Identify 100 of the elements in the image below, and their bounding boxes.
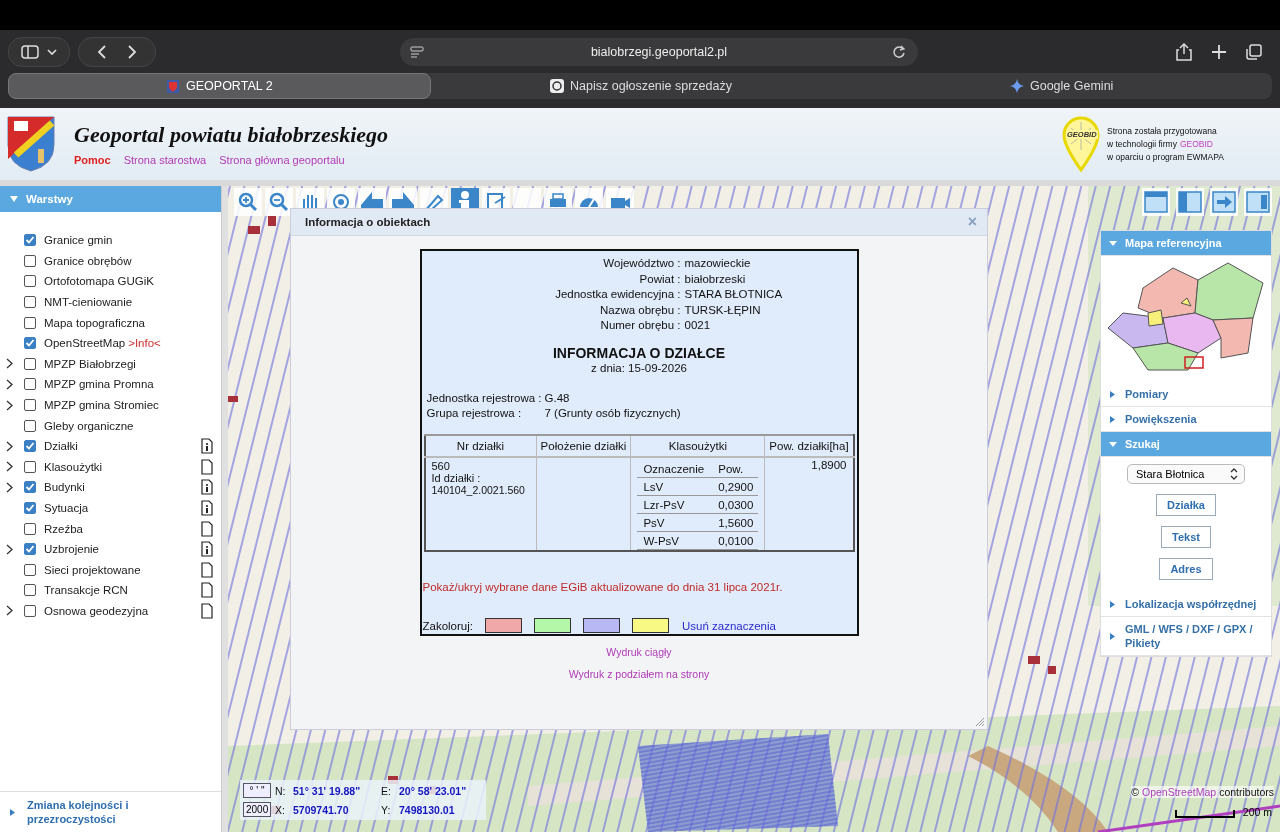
layer-checkbox[interactable] <box>24 440 36 453</box>
layer-label[interactable]: Sytuacja <box>44 502 89 514</box>
sidebar-toggle-button[interactable] <box>8 37 70 67</box>
column-header: Pow. działki[ha] <box>764 435 854 458</box>
browser-tab[interactable]: GEOPORTAL 2 <box>8 73 431 99</box>
chevron-right-icon[interactable] <box>5 399 13 411</box>
layer-checkbox[interactable] <box>24 605 36 617</box>
chevron-right-icon[interactable] <box>5 358 13 370</box>
chevron-right-icon[interactable] <box>5 605 13 617</box>
layout-button[interactable] <box>1244 188 1272 216</box>
osm-link[interactable]: OpenStreetMap <box>1142 786 1217 798</box>
color-swatch[interactable] <box>534 618 571 634</box>
document-icon[interactable] <box>201 561 213 578</box>
layer-checkbox[interactable] <box>24 357 36 370</box>
layer-checkbox[interactable] <box>24 337 36 350</box>
layer-label[interactable]: Rzeźba <box>44 522 83 535</box>
layout-button[interactable] <box>1210 188 1238 216</box>
header-link[interactable]: Strona starostwa <box>123 154 207 166</box>
chevron-right-icon[interactable] <box>5 461 13 473</box>
color-swatch[interactable] <box>485 618 522 634</box>
browser-tab[interactable]: Napisz ogłoszenie sprzedaży <box>430 73 852 99</box>
layer-label[interactable]: NMT-cieniowanie <box>44 296 133 309</box>
tabs-icon[interactable] <box>1246 44 1262 60</box>
caret-icon <box>1109 415 1117 423</box>
info-document-icon[interactable] <box>201 500 213 516</box>
toggle-link[interactable]: Pokaż/ukryj wybrane dane EGiB aktualizowane do dnia 31 lipca 2021r. <box>422 581 857 594</box>
layer-checkbox[interactable] <box>24 316 36 329</box>
search-button[interactable]: Tekst <box>1161 526 1211 548</box>
layer-label[interactable]: Granice gmin <box>44 234 113 247</box>
info-document-icon[interactable] <box>201 541 213 558</box>
plus-icon[interactable] <box>1212 45 1226 59</box>
search-button[interactable]: Adres <box>1159 558 1213 580</box>
layer-label[interactable]: Działki <box>44 440 78 453</box>
layer-checkbox[interactable] <box>24 419 36 432</box>
layout-button[interactable] <box>1142 188 1170 216</box>
panel-section-header[interactable]: Lokalizacja współrzędnej <box>1101 592 1271 617</box>
tool-button[interactable] <box>234 188 262 216</box>
format-button[interactable]: ° ' " <box>243 783 271 798</box>
municipality-select[interactable]: Stara Błotnica <box>1127 464 1245 484</box>
layer-checkbox[interactable] <box>24 502 36 514</box>
print-link[interactable]: Wydruk ciągły <box>606 646 672 659</box>
panel-section-header[interactable]: Pomiary <box>1101 382 1271 407</box>
layer-label[interactable]: Gleby organiczne <box>44 419 134 432</box>
document-icon[interactable] <box>201 603 213 619</box>
coord-value: 20° 58' 23.01" <box>399 784 468 797</box>
share-icon[interactable] <box>1176 43 1192 61</box>
color-label: Zakoloruj: <box>422 619 473 632</box>
back-icon[interactable] <box>95 44 109 60</box>
layer-checkbox[interactable] <box>24 522 36 535</box>
table-cell: LsV <box>637 477 713 496</box>
system-button[interactable]: 2000 <box>243 802 271 817</box>
info-document-icon[interactable] <box>201 479 213 496</box>
layout-button[interactable] <box>1176 188 1204 216</box>
search-button[interactable]: Działka <box>1156 494 1216 516</box>
color-swatch[interactable] <box>632 618 669 634</box>
layer-order-link[interactable]: Zmiana kolejności i przezroczystości <box>0 791 221 832</box>
chevron-right-icon[interactable] <box>5 440 13 452</box>
layer-label[interactable]: Budynki <box>44 481 85 494</box>
forward-icon[interactable] <box>125 44 139 60</box>
layer-label[interactable]: Transakcje RCN <box>44 584 128 597</box>
layer-checkbox[interactable] <box>24 563 36 576</box>
chevron-right-icon[interactable] <box>5 543 13 555</box>
layer-checkbox[interactable] <box>24 378 36 391</box>
layer-checkbox[interactable] <box>24 296 36 309</box>
layer-label[interactable]: MPZP gmina Promna <box>44 378 154 391</box>
document-icon[interactable] <box>201 520 213 537</box>
layer-checkbox[interactable] <box>24 460 36 473</box>
layer-checkbox[interactable] <box>24 234 36 247</box>
panel-section-header[interactable]: GML / WFS / DXF / GPX / Pikiety <box>1101 617 1271 656</box>
document-icon[interactable] <box>201 582 213 599</box>
clear-link[interactable]: Usuń zaznaczenia <box>682 619 776 632</box>
header-link[interactable]: Strona główna geoportalu <box>219 154 345 166</box>
layer-checkbox[interactable] <box>24 275 36 288</box>
layer-label[interactable]: Osnowa geodezyjna <box>44 605 149 617</box>
brand-link[interactable]: GEOBID <box>1179 137 1213 151</box>
layer-checkbox[interactable] <box>24 543 36 556</box>
info-link[interactable]: >Info< <box>128 337 161 350</box>
layer-label[interactable]: Klasoużytki <box>44 460 103 473</box>
layer-checkbox[interactable] <box>24 399 36 412</box>
layer-label[interactable]: MPZP gmina Stromiec <box>44 399 159 412</box>
layer-label[interactable]: Uzbrojenie <box>44 543 99 556</box>
print-link[interactable]: Wydruk z podziałem na strony <box>568 668 710 681</box>
browser-tab[interactable]: Google Gemini <box>851 73 1272 99</box>
layer-checkbox[interactable] <box>24 481 36 494</box>
address-bar[interactable]: bialobrzegi.geoportal2.pl <box>400 38 918 66</box>
tool-button[interactable] <box>265 188 293 216</box>
layer-checkbox[interactable] <box>24 584 36 597</box>
chevron-right-icon[interactable] <box>5 378 13 390</box>
layer-label[interactable]: MPZP Białobrzegi <box>44 357 136 370</box>
chevron-right-icon[interactable] <box>5 481 13 493</box>
layer-label[interactable]: Mapa topograficzna <box>44 316 145 329</box>
color-swatch[interactable] <box>583 618 620 634</box>
info-document-icon[interactable] <box>201 438 213 455</box>
document-icon[interactable] <box>201 458 213 475</box>
layer-checkbox[interactable] <box>24 254 36 267</box>
layer-label[interactable]: OpenStreetMap <box>44 337 126 350</box>
layer-label[interactable]: Granice obrębów <box>44 254 132 267</box>
header-link[interactable]: Pomoc <box>74 154 111 166</box>
layer-label[interactable]: Sieci projektowane <box>44 563 141 576</box>
layer-label[interactable]: Ortofotomapa GUGiK <box>44 275 154 288</box>
